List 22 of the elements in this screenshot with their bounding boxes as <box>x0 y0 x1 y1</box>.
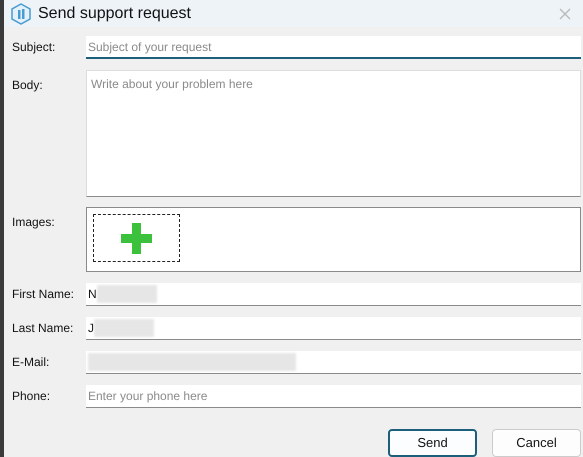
field-value: J <box>88 320 94 337</box>
field-value: N <box>88 286 97 303</box>
field-label: E-Mail: <box>11 354 50 371</box>
input-field[interactable]: Subject of your request <box>86 36 581 59</box>
field-label: Images: <box>11 214 56 231</box>
window-title: Send support request <box>38 4 191 24</box>
input-field[interactable]: J <box>86 317 581 340</box>
field-label: Last Name: <box>11 320 74 337</box>
input-field[interactable]: Enter your phone here <box>86 385 581 408</box>
add-image-button[interactable] <box>93 214 180 262</box>
input-field[interactable]: N <box>86 283 581 306</box>
field-label: Subject: <box>11 39 56 56</box>
app-logo-icon <box>10 2 32 24</box>
plus-icon <box>121 222 152 254</box>
dialog-button[interactable]: Cancel <box>492 429 581 457</box>
text-area[interactable]: Write about your problem here <box>86 70 581 197</box>
input-field[interactable] <box>86 351 581 374</box>
close-icon[interactable] <box>559 8 571 20</box>
dialog-button[interactable]: Send <box>388 429 477 457</box>
field-label: Phone: <box>11 388 52 405</box>
field-label: Body: <box>11 77 44 94</box>
field-label: First Name: <box>11 286 76 303</box>
